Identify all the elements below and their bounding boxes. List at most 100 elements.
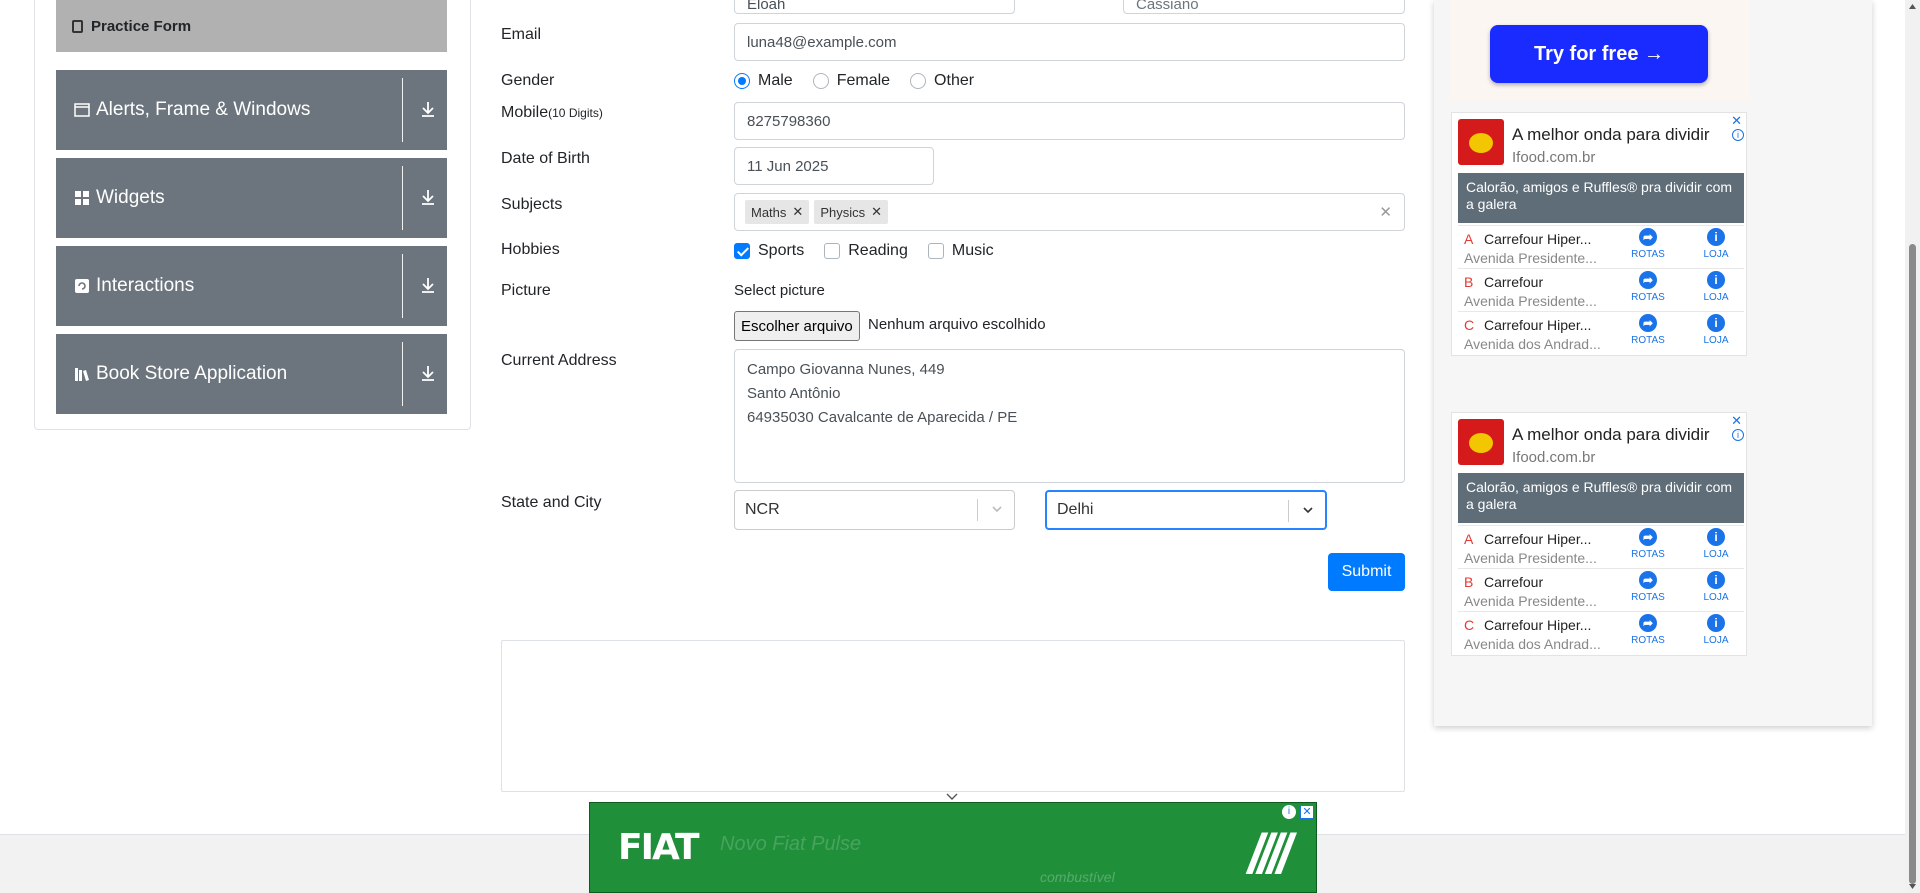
download-icon[interactable] bbox=[419, 100, 437, 118]
checkbox-music[interactable] bbox=[927, 243, 944, 259]
subjects-input[interactable]: Maths ✕ Physics ✕ ✕ bbox=[734, 193, 1405, 231]
fiat-headline: Novo Fiat Pulse bbox=[720, 833, 862, 855]
checkbox-sports[interactable] bbox=[734, 243, 750, 259]
store-name: Carrefour Hiper... bbox=[1484, 231, 1592, 247]
chevron-down-icon[interactable] bbox=[1303, 505, 1313, 515]
info-icon: i bbox=[1707, 614, 1725, 632]
hobby-music[interactable]: Music bbox=[927, 242, 994, 260]
radio-male[interactable] bbox=[734, 73, 750, 89]
loja-link[interactable]: i LOJA bbox=[1696, 314, 1736, 346]
sidebar-group-book-store[interactable]: Book Store Application bbox=[56, 334, 447, 414]
radio-female[interactable] bbox=[812, 73, 829, 89]
city-value: Delhi bbox=[1057, 501, 1094, 518]
scroll-down-icon[interactable] bbox=[1908, 882, 1917, 891]
rotas-link[interactable]: ➦ ROTAS bbox=[1628, 614, 1668, 646]
hobby-reading[interactable]: Reading bbox=[824, 242, 908, 260]
scrollbar-thumb[interactable] bbox=[1909, 244, 1916, 884]
gender-option-label: Female bbox=[836, 72, 891, 89]
rotas-link[interactable]: ➦ ROTAS bbox=[1628, 314, 1668, 346]
dob-input[interactable]: 11 Jun 2025 bbox=[734, 147, 934, 185]
gender-option-label: Male bbox=[758, 72, 793, 89]
ad-card[interactable]: A melhor onda para dividir Ifood.com.br … bbox=[1451, 112, 1747, 356]
gender-female[interactable]: Female bbox=[812, 72, 891, 90]
remove-chip-icon[interactable]: ✕ bbox=[786, 204, 809, 220]
first-name-input[interactable]: Eloah bbox=[734, 0, 1015, 14]
sidebar-group-interactions[interactable]: Interactions bbox=[56, 246, 447, 326]
dob-value: 11 Jun 2025 bbox=[747, 157, 829, 175]
fiat-subtext: combustível bbox=[1040, 869, 1115, 885]
store-row[interactable]: B Carrefour Avenida Presidente... ➦ ROTAS … bbox=[1458, 268, 1744, 311]
dob-label: Date of Birth bbox=[501, 150, 590, 167]
hobby-label: Reading bbox=[848, 242, 908, 259]
chevron-down-icon[interactable] bbox=[992, 504, 1002, 514]
remove-chip-icon[interactable]: ✕ bbox=[865, 204, 888, 220]
gender-option-label: Other bbox=[934, 72, 975, 89]
info-icon[interactable]: i bbox=[1282, 805, 1296, 819]
mobile-input[interactable]: 8275798360 bbox=[734, 102, 1405, 140]
email-input[interactable]: luna48@example.com bbox=[734, 23, 1405, 61]
select-separator bbox=[977, 499, 978, 521]
store-letter: C bbox=[1464, 317, 1475, 333]
gender-male[interactable]: Male bbox=[734, 72, 793, 90]
address-line: Santo Antônio bbox=[747, 385, 841, 402]
clear-icon[interactable]: ✕ bbox=[1379, 203, 1392, 221]
gender-group: Male Female Other bbox=[734, 72, 994, 90]
gender-other[interactable]: Other bbox=[910, 72, 974, 90]
loja-link[interactable]: i LOJA bbox=[1696, 228, 1736, 260]
state-select[interactable]: NCR bbox=[734, 490, 1015, 530]
loja-link[interactable]: i LOJA bbox=[1696, 528, 1736, 560]
rotas-link[interactable]: ➦ ROTAS bbox=[1628, 571, 1668, 603]
email-label: Email bbox=[501, 26, 542, 43]
subject-chip: Maths ✕ bbox=[745, 200, 810, 224]
download-icon[interactable] bbox=[419, 276, 437, 294]
sidebar-item-practice-form[interactable]: Practice Form bbox=[56, 0, 447, 52]
ad-domain: Ifood.com.br bbox=[1512, 449, 1596, 466]
fiat-ad-banner[interactable]: FIAT Novo Fiat Pulse combustível //// i … bbox=[589, 802, 1317, 893]
sidebar-item-label: Practice Form bbox=[91, 17, 192, 35]
last-name-input[interactable]: Cassiano bbox=[1123, 0, 1405, 14]
info-icon[interactable]: i bbox=[1732, 429, 1744, 441]
select-separator bbox=[1288, 500, 1289, 522]
submit-button[interactable]: Submit bbox=[1328, 553, 1405, 591]
hobbies-label: Hobbies bbox=[501, 241, 560, 258]
store-row[interactable]: C Carrefour Hiper... Avenida dos Andrad..… bbox=[1458, 311, 1744, 354]
city-select[interactable]: Delhi bbox=[1045, 490, 1327, 530]
store-row[interactable]: B Carrefour Avenida Presidente... ➦ ROTAS … bbox=[1458, 568, 1744, 611]
store-row[interactable]: A Carrefour Hiper... Avenida Presidente..… bbox=[1458, 525, 1744, 568]
store-row[interactable]: C Carrefour Hiper... Avenida dos Andrad..… bbox=[1458, 611, 1744, 654]
chevron-down-icon[interactable] bbox=[946, 791, 958, 801]
download-icon[interactable] bbox=[419, 188, 437, 206]
picture-label: Picture bbox=[501, 282, 551, 299]
scroll-up-icon[interactable] bbox=[1908, 2, 1917, 11]
close-icon[interactable]: ✕ bbox=[1300, 805, 1314, 819]
choose-file-button[interactable]: Escolher arquivo bbox=[734, 311, 860, 341]
try-for-free-button[interactable]: Try for free → bbox=[1490, 25, 1708, 83]
address-textarea[interactable]: Campo Giovanna Nunes, 449 Santo Antônio … bbox=[734, 349, 1405, 483]
store-name: Carrefour bbox=[1484, 274, 1544, 290]
radio-other[interactable] bbox=[910, 73, 927, 89]
loja-link[interactable]: i LOJA bbox=[1696, 614, 1736, 646]
info-icon: i bbox=[1707, 271, 1725, 289]
loja-link[interactable]: i LOJA bbox=[1696, 571, 1736, 603]
books-icon bbox=[75, 368, 89, 381]
rotas-link[interactable]: ➦ ROTAS bbox=[1628, 271, 1668, 303]
store-name: Carrefour bbox=[1484, 574, 1544, 590]
store-name: Carrefour Hiper... bbox=[1484, 531, 1592, 547]
checkbox-reading[interactable] bbox=[824, 243, 841, 259]
store-row[interactable]: A Carrefour Hiper... Avenida Presidente..… bbox=[1458, 225, 1744, 268]
download-icon[interactable] bbox=[419, 364, 437, 382]
sidebar-group-alerts[interactable]: Alerts, Frame & Windows bbox=[56, 70, 447, 150]
state-value: NCR bbox=[745, 501, 780, 518]
sidebar-group-widgets[interactable]: Widgets bbox=[56, 158, 447, 238]
hobby-sports[interactable]: Sports bbox=[734, 242, 804, 260]
rotas-link[interactable]: ➦ ROTAS bbox=[1628, 528, 1668, 560]
info-icon[interactable]: i bbox=[1732, 129, 1744, 141]
rotas-link[interactable]: ➦ ROTAS bbox=[1628, 228, 1668, 260]
close-icon[interactable]: ✕ bbox=[1731, 413, 1742, 429]
close-icon[interactable]: ✕ bbox=[1731, 113, 1742, 129]
rotas-label: ROTAS bbox=[1631, 635, 1665, 646]
hobby-label: Sports bbox=[758, 242, 805, 259]
store-address: Avenida Presidente... bbox=[1464, 550, 1597, 566]
loja-link[interactable]: i LOJA bbox=[1696, 271, 1736, 303]
ad-card[interactable]: A melhor onda para dividir Ifood.com.br … bbox=[1451, 412, 1747, 656]
